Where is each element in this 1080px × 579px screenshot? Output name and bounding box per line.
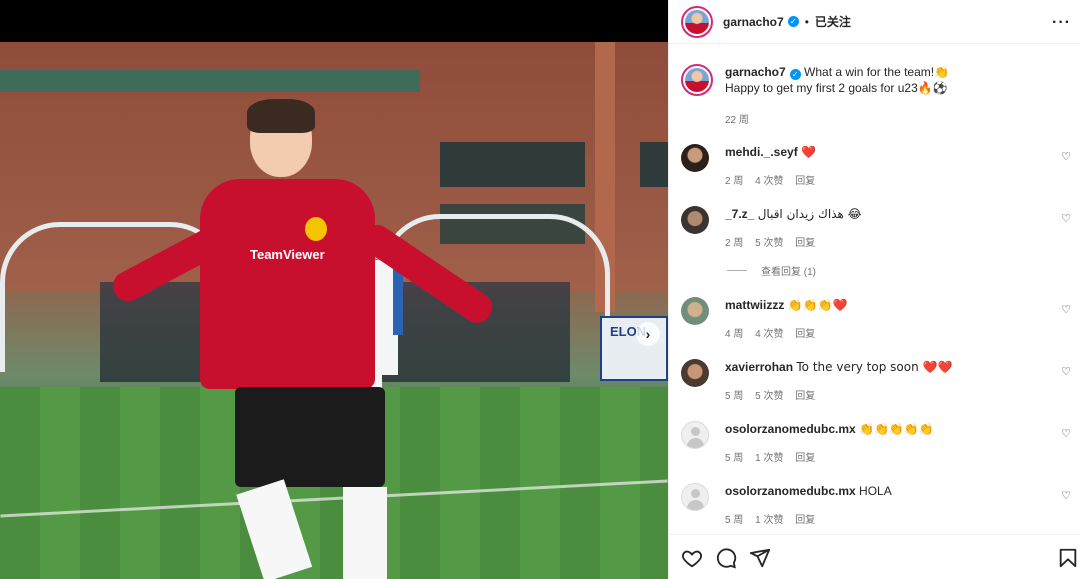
comment-text: 👏👏👏👏👏 — [859, 422, 934, 436]
author-username[interactable]: garnacho7 — [723, 15, 784, 29]
view-replies-label: 查看回复 (1) — [761, 267, 816, 278]
comment-time: 2 周 — [725, 238, 744, 249]
media-top-bar — [0, 0, 668, 42]
comment-meta: 5 周 5 次赞 回复 — [725, 387, 824, 402]
comment-meta: 4 周 4 次赞 回复 — [725, 325, 824, 340]
author-avatar[interactable] — [681, 5, 713, 38]
reply-button[interactable]: 回复 — [795, 238, 815, 249]
send-icon[interactable] — [749, 547, 771, 569]
comment-likes[interactable]: 5 次赞 — [755, 238, 783, 249]
bookmark-icon[interactable] — [1057, 547, 1079, 569]
comments-list[interactable]: garnacho7 ✓ What a win for the team!👏 Hap… — [669, 44, 1080, 534]
advertising-board: ELON — [600, 316, 668, 381]
comment-time: 5 周 — [725, 391, 744, 402]
comment-item: osolorzanomedubc.mx 👏👏👏👏👏 5 周 1 次赞 回复 ♡ — [681, 421, 1077, 467]
building-balcony — [0, 70, 420, 92]
caption-time: 22 周 — [725, 115, 749, 126]
caption-text-line1: What a win for the team!👏 — [804, 65, 950, 79]
comment-time: 5 周 — [725, 515, 744, 526]
header-separator: • — [804, 14, 809, 29]
comment-text: 👏👏👏❤️ — [787, 298, 848, 312]
view-replies-button[interactable]: 查看回复 (1) — [727, 263, 816, 278]
comment-username[interactable]: mehdi._.seyf — [725, 145, 798, 159]
comment-username[interactable]: xavierrohan — [725, 360, 793, 374]
comment-meta: 5 周 1 次赞 回复 — [725, 449, 824, 464]
more-horizontal-icon[interactable]: ··· — [1052, 14, 1071, 32]
comment-item: xavierrohan To the very top soon ❤️❤️ 5 … — [681, 359, 1077, 405]
comment-time: 2 周 — [725, 176, 744, 187]
post-caption: garnacho7 ✓ What a win for the team!👏 Hap… — [681, 64, 1077, 130]
comment-like-heart-icon[interactable]: ♡ — [1061, 427, 1071, 440]
comment-text: ❤️ — [801, 145, 816, 159]
comment-item: _7.z_ هذاك زيدان اقبال 😂 2 周 5 次赞 回复 ♡ — [681, 206, 1077, 252]
caption-text-line2: Happy to get my first 2 goals for u23🔥⚽ — [725, 81, 948, 95]
post-header: garnacho7 ✓ • 已关注 ··· — [669, 0, 1080, 44]
commenter-avatar[interactable] — [681, 359, 709, 387]
follow-button[interactable]: 已关注 — [815, 13, 851, 30]
comment-likes[interactable]: 4 次赞 — [755, 329, 783, 340]
reply-button[interactable]: 回复 — [795, 515, 815, 526]
building-window — [640, 142, 668, 187]
commenter-avatar[interactable] — [681, 421, 709, 449]
comment-username[interactable]: mattwiizzz — [725, 298, 784, 312]
comment-like-heart-icon[interactable]: ♡ — [1061, 303, 1071, 316]
comment-username[interactable]: osolorzanomedubc.mx — [725, 422, 856, 436]
reply-button[interactable]: 回复 — [795, 176, 815, 187]
comment-item: mattwiizzz 👏👏👏❤️ 4 周 4 次赞 回复 ♡ — [681, 297, 1077, 343]
comment-meta: 2 周 4 次赞 回复 — [725, 172, 824, 187]
comment-time: 4 周 — [725, 329, 744, 340]
heart-icon[interactable] — [681, 547, 703, 569]
comment-like-heart-icon[interactable]: ♡ — [1061, 212, 1071, 225]
shirt-sponsor: TeamViewer — [250, 247, 325, 262]
comment-username[interactable]: _7.z_ — [725, 207, 754, 221]
verified-badge-icon: ✓ — [789, 69, 801, 80]
comment-like-heart-icon[interactable]: ♡ — [1061, 150, 1071, 163]
author-avatar[interactable] — [681, 64, 713, 96]
comment-meta: 5 周 1 次赞 回复 — [725, 511, 824, 526]
comment-username[interactable]: osolorzanomedubc.mx — [725, 484, 856, 498]
next-photo-button[interactable]: › — [636, 322, 660, 346]
reply-button[interactable]: 回复 — [795, 391, 815, 402]
comment-likes[interactable]: 1 次赞 — [755, 515, 783, 526]
post-side-panel: garnacho7 ✓ • 已关注 ··· garnacho7 ✓ What a … — [668, 0, 1080, 579]
commenter-avatar[interactable] — [681, 144, 709, 172]
post-action-bar — [669, 534, 1080, 579]
post-media[interactable]: ELON TeamViewer › — [0, 0, 668, 579]
comment-likes[interactable]: 5 次赞 — [755, 391, 783, 402]
main-player: TeamViewer — [95, 97, 525, 579]
caption-meta: 22 周 — [725, 111, 758, 126]
comment-time: 5 周 — [725, 453, 744, 464]
commenter-avatar[interactable] — [681, 483, 709, 511]
replies-divider — [727, 270, 747, 271]
commenter-avatar[interactable] — [681, 206, 709, 234]
comment-item: osolorzanomedubc.mx HOLA 5 周 1 次赞 回复 ♡ — [681, 483, 1077, 529]
commenter-avatar[interactable] — [681, 297, 709, 325]
post-photo: ELON TeamViewer › — [0, 42, 668, 579]
reply-button[interactable]: 回复 — [795, 453, 815, 464]
chevron-right-icon: › — [645, 326, 651, 342]
comment-like-heart-icon[interactable]: ♡ — [1061, 365, 1071, 378]
comment-text: To the very top soon ❤️❤️ — [796, 360, 953, 374]
comment-text: HOLA — [859, 484, 892, 498]
reply-button[interactable]: 回复 — [795, 329, 815, 340]
comment-like-heart-icon[interactable]: ♡ — [1061, 489, 1071, 502]
comment-likes[interactable]: 4 次赞 — [755, 176, 783, 187]
comment-meta: 2 周 5 次赞 回复 — [725, 234, 824, 249]
comment-item: mehdi._.seyf ❤️ 2 周 4 次赞 回复 ♡ — [681, 144, 1077, 190]
comment-text: هذاك زيدان اقبال 😂 — [757, 207, 862, 221]
comment-icon[interactable] — [715, 547, 737, 569]
caption-username[interactable]: garnacho7 — [725, 65, 786, 79]
verified-badge-icon: ✓ — [787, 16, 799, 27]
comment-likes[interactable]: 1 次赞 — [755, 453, 783, 464]
